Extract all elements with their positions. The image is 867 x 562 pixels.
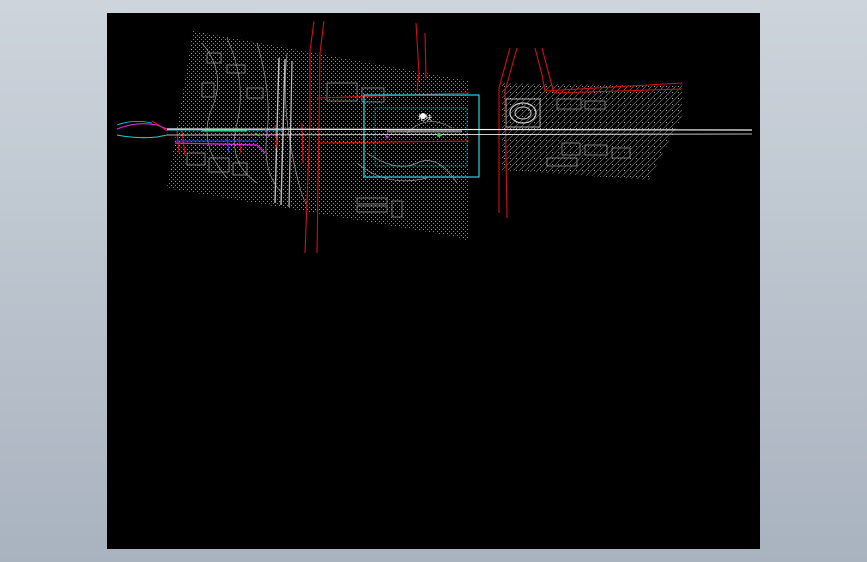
terrain-map-east bbox=[502, 83, 682, 180]
cad-model-viewport[interactable]: 地块 bbox=[107, 13, 760, 549]
site-label: 地块 bbox=[418, 113, 432, 122]
cad-drawing-canvas[interactable]: 地块 bbox=[107, 13, 760, 549]
